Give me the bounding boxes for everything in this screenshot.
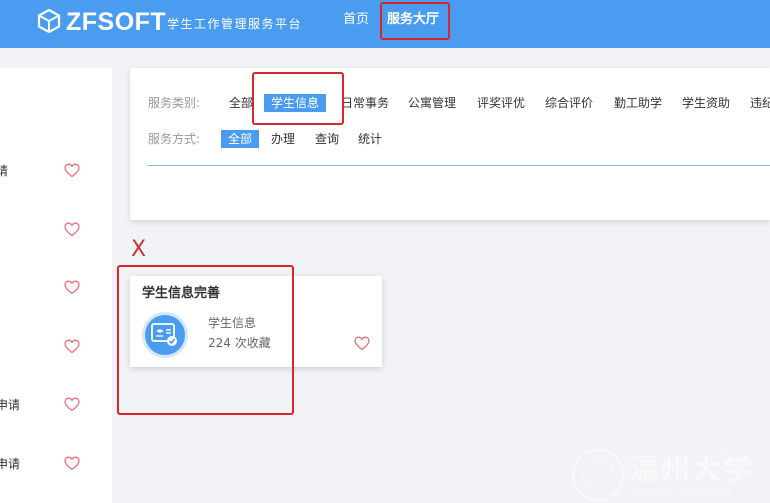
highlight-frame-card [117,265,294,415]
method-chip-handle[interactable]: 办理 [271,131,295,147]
sidebar-item[interactable] [0,333,112,363]
favorite-heart-icon[interactable] [64,280,80,295]
top-header: ZFSOFT 学生工作管理服务平台 首页 服务大厅 [0,0,770,48]
category-chip-dorm[interactable]: 公寓管理 [408,95,456,111]
watermark-sub: WENZHOU UNIVERSITY [632,489,732,497]
category-chip-discipline[interactable]: 违纪 [750,95,770,111]
category-chip-work-study[interactable]: 勤工助学 [614,95,662,111]
service-filter-panel: 服务类别: 全部 学生信息 日常事务 公寓管理 评奖评优 综合评价 勤工助学 学… [130,68,770,220]
category-chip-evaluation[interactable]: 综合评价 [545,95,593,111]
favorite-heart-icon[interactable] [354,336,370,351]
university-seal-icon [572,449,624,501]
brand-name: ZFSOFT [66,8,167,36]
category-chip-awards[interactable]: 评奖评优 [477,95,525,111]
method-chip-stats[interactable]: 统计 [358,131,382,147]
sidebar-item[interactable] [0,216,112,246]
filter-divider [148,165,770,166]
favorite-heart-icon[interactable] [64,163,80,178]
favorite-heart-icon[interactable] [64,456,80,471]
favorite-heart-icon[interactable] [64,339,80,354]
highlight-frame-nav [380,2,450,40]
zfsoft-logo-icon [37,9,61,33]
category-chip-aid[interactable]: 学生资助 [682,95,730,111]
category-chip-daily-affairs[interactable]: 日常事务 [341,95,389,111]
highlight-frame-category [252,72,344,125]
method-chip-all[interactable]: 全部 [221,130,260,148]
nav-home[interactable]: 首页 [343,12,369,28]
annotation-x-mark: X [131,237,147,262]
platform-subtitle: 学生工作管理服务平台 [167,17,303,31]
sidebar-item[interactable]: 申请 [0,391,112,421]
sidebar-item-label: 申请 [0,398,21,412]
favorites-sidebar: 请 申请 申请 [0,68,112,503]
category-chip-all[interactable]: 全部 [229,95,253,111]
method-filter-label: 服务方式: [148,132,201,146]
method-chip-query[interactable]: 查询 [315,131,339,147]
sidebar-item[interactable] [0,274,112,304]
favorite-heart-icon[interactable] [64,397,80,412]
sidebar-item-label: 申请 [0,457,21,471]
sidebar-item[interactable]: 申请 [0,450,112,480]
category-filter-label: 服务类别: [148,96,201,110]
university-watermark: 温州大学 WENZHOU UNIVERSITY [572,447,770,503]
sidebar-item[interactable]: 请 [0,157,112,187]
watermark-name: 温州大学 [630,452,755,486]
favorite-heart-icon[interactable] [64,222,80,237]
sidebar-item-label: 请 [0,164,9,178]
